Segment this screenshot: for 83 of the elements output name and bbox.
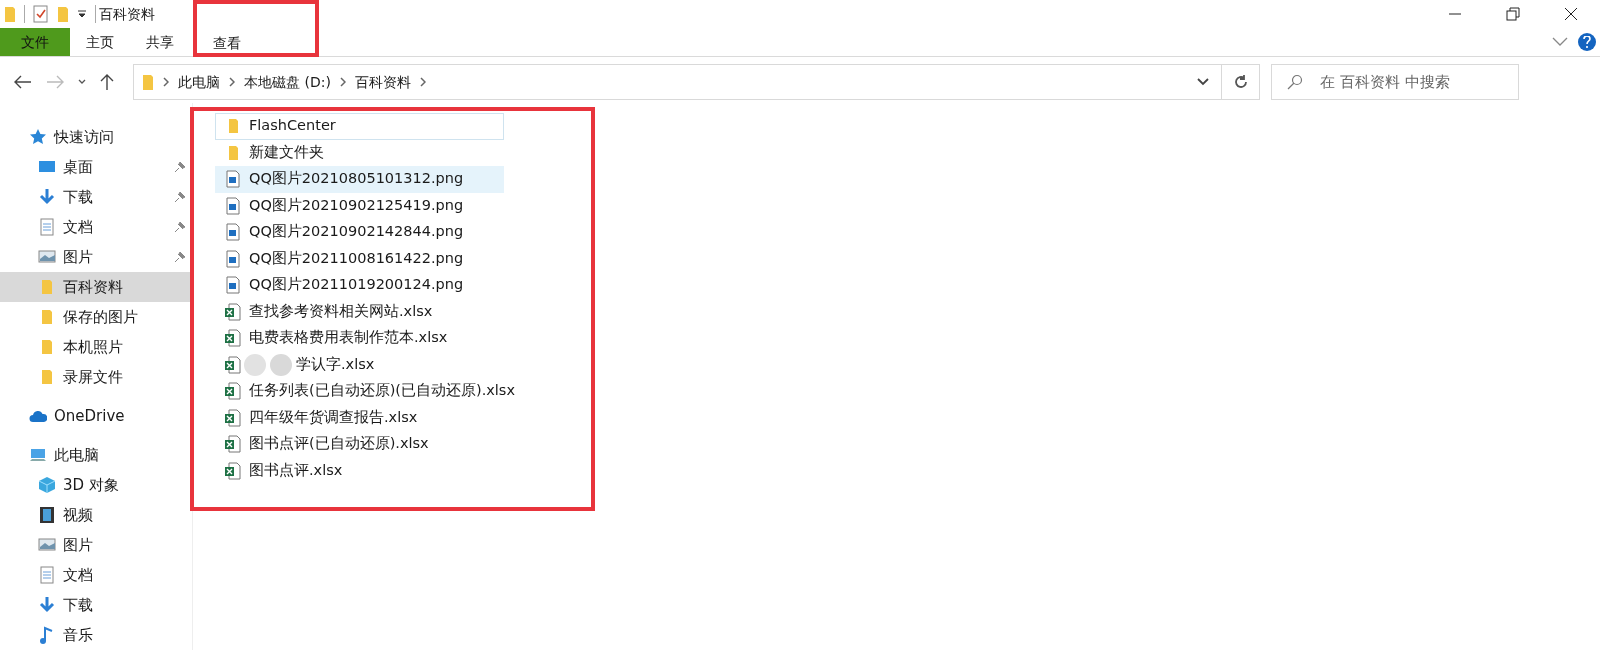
breadcrumb[interactable]: 本地磁盘 (D:) [244,71,331,93]
search-icon [1287,74,1303,90]
star-icon [29,128,47,146]
sidebar-item[interactable]: 下载 [0,182,192,212]
spreadsheet-icon [224,355,242,374]
spreadsheet-icon [224,435,242,454]
chevron-icon[interactable] [419,77,426,87]
file-item[interactable]: QQ图片20210805101312.png [215,166,504,193]
folder-icon [142,73,154,91]
download-icon [38,596,56,614]
address-bar[interactable]: 此电脑 本地磁盘 (D:) 百科资料 [133,64,1260,100]
spreadsheet-icon [224,329,242,348]
file-item[interactable]: QQ图片20210902142844.png [215,219,504,246]
cube-icon [38,476,56,494]
dropdown-icon[interactable] [77,9,87,19]
image-file-icon [224,276,242,295]
file-item[interactable]: 学认字.xlsx [215,351,504,378]
sidebar-item[interactable]: 图片 [0,530,192,560]
restore-icon[interactable] [1505,6,1521,22]
sidebar-item[interactable]: 此电脑 [0,440,192,470]
sidebar-item[interactable]: 桌面 [0,152,192,182]
file-item[interactable]: FlashCenter [215,113,504,140]
chevron-icon[interactable] [339,77,346,87]
sidebar-item[interactable]: 视频 [0,500,192,530]
file-item[interactable]: 任务列表(已自动还原)(已自动还原).xlsx [215,378,520,405]
file-item[interactable]: 查找参考资料相关网站.xlsx [215,298,504,325]
search-field[interactable]: 在 百科资料 中搜索 [1271,64,1519,100]
computer-icon [29,446,47,464]
spreadsheet-icon [224,408,242,427]
sidebar-item[interactable]: 文档 [0,212,192,242]
file-item[interactable]: QQ图片20211019200124.png [215,272,504,299]
sidebar-item[interactable]: 保存的图片 [0,302,192,332]
file-item[interactable]: 新建文件夹 [215,139,504,166]
film-icon [38,506,56,524]
document-icon [38,218,56,236]
file-item[interactable]: 图书点评(已自动还原).xlsx [215,431,504,458]
help-icon[interactable] [1578,33,1596,51]
chevron-icon[interactable] [163,77,169,87]
sidebar-item[interactable]: 文档 [0,560,192,590]
image-file-icon [224,170,242,189]
sidebar-item[interactable]: 下载 [0,590,192,620]
sidebar-item[interactable]: 音乐 [0,620,192,650]
close-icon[interactable] [1563,6,1579,22]
file-item[interactable]: QQ图片20211008161422.png [215,245,504,272]
refresh-icon[interactable] [1232,74,1249,90]
spreadsheet-icon [224,302,242,321]
sidebar-item[interactable]: 录屏文件 [0,362,192,392]
pin-icon [174,191,186,203]
spreadsheet-icon [224,461,242,480]
dropdown-icon[interactable] [1197,78,1209,86]
recent-locations-icon[interactable] [78,79,86,85]
pin-icon [174,221,186,233]
sidebar-item[interactable]: OneDrive [0,401,192,431]
file-item[interactable]: 四年级年货调查报告.xlsx [215,404,504,431]
image-file-icon [224,223,242,242]
image-file-icon [224,196,242,215]
spreadsheet-icon [224,382,242,401]
download-icon [38,188,56,206]
up-icon[interactable] [100,73,114,91]
window-title: 百科资料 [99,4,155,24]
expand-ribbon-icon[interactable] [1552,37,1568,47]
pin-icon [174,161,186,173]
ribbon-tab[interactable]: 主页 [70,28,130,56]
sidebar-item[interactable]: 快速访问 [0,122,192,152]
pin-icon [174,251,186,263]
document-icon [38,566,56,584]
breadcrumb[interactable]: 此电脑 [178,71,220,93]
ribbon-tab[interactable]: 查看 [208,30,315,56]
sidebar-item[interactable]: 本机照片 [0,332,192,362]
picture-icon [38,536,56,554]
sidebar-item[interactable]: 3D 对象 [0,470,192,500]
back-icon[interactable] [14,75,32,89]
chevron-icon[interactable] [229,77,235,87]
ribbon-tab[interactable]: 共享 [130,28,190,56]
sidebar-item[interactable]: 百科资料 [0,272,192,302]
picture-icon [38,248,56,266]
file-item[interactable]: 图书点评.xlsx [215,457,504,484]
breadcrumb[interactable]: 百科资料 [354,71,411,93]
sidebar-item[interactable]: 图片 [0,242,192,272]
properties-icon[interactable] [33,5,49,23]
file-item[interactable]: 电费表格费用表制作范本.xlsx [215,325,504,352]
image-file-icon [224,249,242,268]
file-item[interactable]: QQ图片20210902125419.png [215,192,504,219]
